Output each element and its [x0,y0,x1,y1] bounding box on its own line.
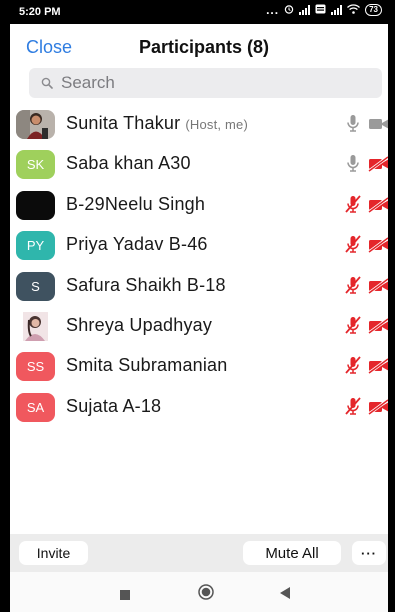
avatar [16,311,55,341]
participant-name-group: B-29Neelu Singh [66,194,205,215]
participant-name-group: Shreya Upadhyay [66,315,212,336]
search-icon [41,77,53,89]
avatar: SK [16,150,55,180]
microphone-icon[interactable] [343,153,363,173]
microphone-muted-icon[interactable] [343,315,363,335]
home-icon[interactable] [198,584,214,605]
status-bar: 5:20 PM ... 73 [10,0,388,24]
alarm-icon [284,4,294,17]
mute-all-button[interactable]: Mute All [243,541,341,565]
battery-icon: 73 [365,4,382,16]
video-camera-off-icon[interactable] [368,358,388,375]
microphone-muted-icon[interactable] [343,275,363,295]
participant-row[interactable]: Sunita Thakur (Host, me) [10,104,388,144]
avatar: SA [16,392,55,422]
notification-dots-icon: ... [266,3,280,17]
participant-name: Sujata A-18 [66,395,162,416]
header: Close Participants (8) [10,24,388,68]
back-icon[interactable] [280,586,291,604]
search-input[interactable]: Search [29,68,382,98]
volte-icon [315,4,326,17]
invite-button[interactable]: Invite [19,541,88,565]
participant-name-group: Sujata A-18 [66,396,161,417]
participant-name: Sunita Thakur [66,113,181,133]
app-frame: 5:20 PM ... 73 Close Participants (8) Se… [10,0,388,612]
android-nav-bar [10,572,388,612]
signal-icon [299,5,311,15]
participant-role: (Host, me) [185,117,249,132]
microphone-muted-icon[interactable] [343,194,363,214]
video-camera-off-icon[interactable] [368,237,388,254]
video-camera-off-icon[interactable] [368,317,388,334]
participant-name-group: Sunita Thakur (Host, me) [66,113,248,134]
participant-row[interactable]: SS Smita Subramanian [10,346,388,386]
participant-name: Smita Subramanian [66,355,228,376]
recent-apps-icon[interactable] [120,587,130,605]
wifi-icon [347,3,361,17]
microphone-muted-icon[interactable] [343,396,363,416]
signal-icon-2 [331,5,343,15]
participant-row[interactable]: SK Saba khan A30 [10,144,388,184]
status-icons: ... 73 [266,3,382,17]
avatar: SS [16,352,55,382]
avatar: S [16,271,55,301]
participant-row[interactable]: PY Priya Yadav B-46 [10,225,388,265]
participant-name-group: Safura Shaikh B-18 [66,275,226,296]
participant-name: Safura Shaikh B-18 [66,274,226,295]
status-time: 5:20 PM [19,6,61,18]
participant-name: B-29Neelu Singh [66,193,206,214]
video-camera-off-icon[interactable] [368,156,388,173]
participant-name: Saba khan A30 [66,153,191,174]
participant-name: Priya Yadav B-46 [66,234,208,255]
video-camera-icon[interactable] [368,116,388,132]
participant-list: Sunita Thakur (Host, me) SK Saba khan A30 B-… [10,104,388,427]
participant-name-group: Priya Yadav B-46 [66,234,208,255]
participant-row[interactable]: Shreya Upadhyay [10,306,388,346]
more-options-button[interactable]: ··· [352,541,386,565]
microphone-icon[interactable] [343,113,363,133]
participant-name: Shreya Upadhyay [66,314,213,335]
avatar [16,110,55,139]
microphone-muted-icon[interactable] [343,355,363,375]
participant-row[interactable]: B-29Neelu Singh [10,185,388,225]
participant-row[interactable]: S Safura Shaikh B-18 [10,266,388,306]
bottom-toolbar: Invite Mute All ··· [10,534,388,572]
avatar: PY [16,231,55,261]
video-camera-off-icon[interactable] [368,196,388,213]
page-title: Participants (8) [138,37,270,57]
participant-row[interactable]: SA Sujata A-18 [10,387,388,427]
video-camera-off-icon[interactable] [368,277,388,294]
participant-name-group: Smita Subramanian [66,355,227,376]
microphone-muted-icon[interactable] [343,234,363,254]
video-camera-off-icon[interactable] [368,398,388,415]
participant-name-group: Saba khan A30 [66,153,191,174]
avatar [16,190,55,220]
search-placeholder: Search [61,73,115,92]
